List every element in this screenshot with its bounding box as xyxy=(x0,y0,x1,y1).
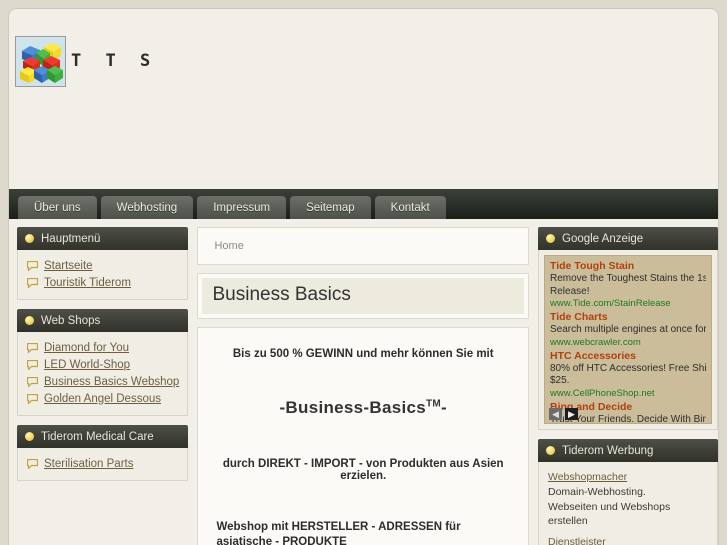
sidebar-box-tiderom-medical-care-body: Sterilisation Parts xyxy=(17,448,189,481)
tiderom-werbung-body: Webshopmacher Domain-Webhosting. Webseit… xyxy=(538,462,718,545)
ad-next-button[interactable]: ▶ xyxy=(565,408,578,420)
sidebar-item-label: Diamond for You xyxy=(44,341,130,354)
sidebar-box-hauptmenu-header: Hauptmenü xyxy=(17,227,189,250)
sidebar-box-tiderom-medical-care: Tiderom Medical Care Sterilisation Parts xyxy=(17,425,189,481)
sidebar-item-label: Business Basics Webshop xyxy=(44,375,180,388)
ad-desc-2: Release! xyxy=(550,285,590,297)
sidebar-item-business-basics-webshop[interactable]: Business Basics Webshop xyxy=(18,373,187,390)
bullet-icon xyxy=(25,234,34,243)
speech-bubble-icon xyxy=(27,458,38,469)
sidebar-box-hauptmenu-body: Startseite Touristik Tiderom xyxy=(17,250,189,300)
ad-desc: 80% off HTC Accessories! Free Shipping o… xyxy=(550,362,706,374)
werbung-line-1: Domain-Webhosting. xyxy=(548,486,646,498)
speech-bubble-icon xyxy=(27,393,38,404)
trademark-mark: TM xyxy=(426,398,442,410)
google-ads-box: Google Anzeige Tide Tough Stain Remove t… xyxy=(538,227,718,430)
article-lead: Bis zu 500 % GEWINN und mehr können Sie … xyxy=(232,348,494,360)
breadcrumb: Home xyxy=(197,227,529,265)
speech-bubble-icon xyxy=(27,376,38,387)
sidebar-item-touristik-tiderom[interactable]: Touristik Tiderom xyxy=(18,274,187,291)
right-sidebar: Google Anzeige Tide Tough Stain Remove t… xyxy=(538,227,718,545)
page-title: Business Basics xyxy=(212,284,351,305)
sidebar-item-label: LED World-Shop xyxy=(44,358,131,371)
article-brand: -Business-BasicsTM- xyxy=(216,398,510,418)
page-shell: T T S Über uns Webhosting Impressum Seit… xyxy=(8,8,719,545)
sidebar-item-startseite[interactable]: Startseite xyxy=(18,257,187,274)
sidebar-box-web-shops: Web Shops Diamond for You LED World-Shop xyxy=(17,309,189,416)
main-content: Home Business Basics Bis zu 500 % GEWINN… xyxy=(197,227,529,545)
site-logo[interactable] xyxy=(15,36,66,87)
sidebar-item-sterilisation-parts[interactable]: Sterilisation Parts xyxy=(18,455,187,472)
ad-title[interactable]: HTC Accessories xyxy=(550,350,706,363)
bullet-icon xyxy=(25,316,34,325)
article-brand-tail: - xyxy=(441,398,448,417)
tiderom-werbung-title: Tiderom Werbung xyxy=(562,444,654,457)
google-ads-title: Google Anzeige xyxy=(562,232,644,245)
ad-prev-button[interactable]: ◀ xyxy=(549,408,562,420)
sidebar-item-label: Touristik Tiderom xyxy=(44,276,131,289)
ad-title[interactable]: Tide Tough Stain xyxy=(550,260,706,273)
speech-bubble-icon xyxy=(27,359,38,370)
nav-tab-kontakt[interactable]: Kontakt xyxy=(374,196,446,219)
google-ads-frame: Tide Tough Stain Remove the Toughest Sta… xyxy=(538,250,718,430)
sidebar-box-tiderom-medical-care-header: Tiderom Medical Care xyxy=(17,425,189,448)
sidebar-box-hauptmenu-title: Hauptmenü xyxy=(41,232,101,245)
werbung-line-2: Webseiten und Webshops erstellen xyxy=(548,500,671,528)
ad-item[interactable]: Tide Tough Stain Remove the Toughest Sta… xyxy=(550,260,706,310)
sidebar-box-web-shops-title: Web Shops xyxy=(41,314,101,327)
article-via: durch DIREKT - IMPORT - von Produkten au… xyxy=(222,458,504,482)
sidebar-item-led-world-shop[interactable]: LED World-Shop xyxy=(18,356,187,373)
sidebar-box-hauptmenu: Hauptmenü Startseite Touristik Tiderom xyxy=(17,227,189,300)
ad-item[interactable]: HTC Accessories 80% off HTC Accessories!… xyxy=(550,350,706,400)
nav-tab-seitemap[interactable]: Seitemap xyxy=(290,196,371,219)
ad-desc: Remove the Toughest Stains the 1st Time.… xyxy=(550,273,706,285)
speech-bubble-icon xyxy=(27,260,38,271)
breadcrumb-home[interactable]: Home xyxy=(214,240,243,252)
content-columns: Hauptmenü Startseite Touristik Tiderom W… xyxy=(9,219,718,545)
site-title: T T S xyxy=(71,51,158,71)
ad-desc-2: $25. xyxy=(550,375,570,387)
bullet-icon xyxy=(546,234,555,243)
sidebar-item-label: Startseite xyxy=(44,259,93,272)
speech-bubble-icon xyxy=(27,342,38,353)
google-ads-header: Google Anzeige xyxy=(538,227,718,250)
sidebar-item-golden-angel-dessous[interactable]: Golden Angel Dessous xyxy=(18,390,187,407)
google-ads-inner: Tide Tough Stain Remove the Toughest Sta… xyxy=(544,255,712,424)
article-body: Bis zu 500 % GEWINN und mehr können Sie … xyxy=(197,327,529,545)
sidebar-item-label: Sterilisation Parts xyxy=(44,457,134,470)
page-title-container: Business Basics xyxy=(197,273,529,319)
ad-title[interactable]: Tide Charts xyxy=(550,311,706,324)
werbung-spacer xyxy=(548,529,708,536)
ad-pagination: ◀ ▶ xyxy=(549,408,578,420)
sidebar-item-label: Golden Angel Dessous xyxy=(44,392,161,405)
werbung-link-dienstleister[interactable]: Dienstleister xyxy=(548,536,708,545)
bullet-icon xyxy=(25,432,34,441)
werbung-link-webshopmacher[interactable]: Webshopmacher xyxy=(548,471,708,483)
sidebar-box-tiderom-medical-care-title: Tiderom Medical Care xyxy=(41,430,154,443)
main-navigation: Über uns Webhosting Impressum Seitemap K… xyxy=(9,189,718,219)
bullet-icon xyxy=(546,446,555,455)
article-webshop: Webshop mit HERSTELLER - ADRESSEN für as… xyxy=(216,521,461,545)
nav-tab-webhosting[interactable]: Webhosting xyxy=(100,196,194,219)
ad-desc: Search multiple engines at once for tide… xyxy=(550,324,706,336)
colored-blocks-logo-icon xyxy=(16,37,65,86)
tiderom-werbung-box: Tiderom Werbung Webshopmacher Domain-Web… xyxy=(538,439,718,545)
site-header: T T S xyxy=(9,9,718,189)
tiderom-werbung-header: Tiderom Werbung xyxy=(538,439,718,462)
page-title-inner: Business Basics xyxy=(202,278,524,314)
nav-tab-impressum[interactable]: Impressum xyxy=(197,196,287,219)
speech-bubble-icon xyxy=(27,277,38,288)
sidebar-box-web-shops-body: Diamond for You LED World-Shop Business … xyxy=(17,332,189,416)
sidebar-item-diamond-for-you[interactable]: Diamond for You xyxy=(18,339,187,356)
sidebar-box-web-shops-header: Web Shops xyxy=(17,309,189,332)
ad-item[interactable]: Tide Charts Search multiple engines at o… xyxy=(550,311,706,349)
article-brand-text: -Business-Basics xyxy=(279,398,426,417)
left-sidebar: Hauptmenü Startseite Touristik Tiderom W… xyxy=(17,227,189,545)
ad-url[interactable]: www.CellPhoneShop.net xyxy=(550,388,706,400)
nav-tab-uber-uns[interactable]: Über uns xyxy=(18,196,97,219)
ad-url[interactable]: www.Tide.com/StainRelease xyxy=(550,298,706,310)
ad-url[interactable]: www.webcrawler.com xyxy=(550,337,706,349)
